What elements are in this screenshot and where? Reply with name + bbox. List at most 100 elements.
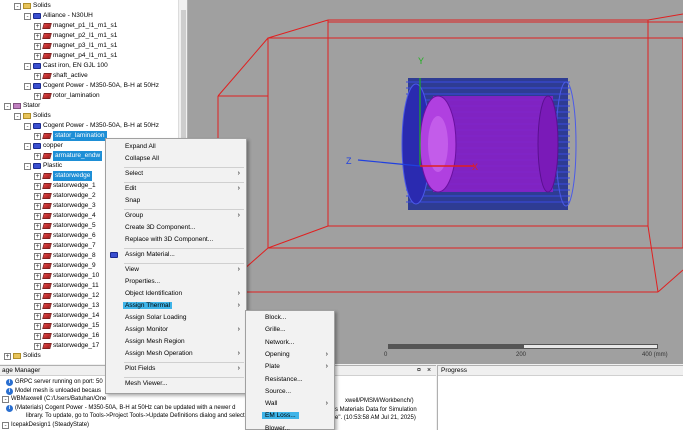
tree-item[interactable]: + shaft_active [34, 71, 88, 81]
tree-item[interactable]: + statorwedge_6 [34, 231, 96, 241]
collapse-icon[interactable]: - [24, 12, 31, 20]
tree-item[interactable]: + armature_endw [34, 151, 103, 161]
tree-item[interactable]: + statorwedge_2 [34, 191, 96, 201]
submenu-item-block[interactable]: Block... [246, 313, 334, 323]
tree-item[interactable]: - Solids [14, 111, 51, 121]
tree-item[interactable]: - Alliance - N30UH [24, 11, 93, 21]
submenu-item-resistance[interactable]: Resistance... [246, 375, 334, 385]
tree-item[interactable]: + statorwedge_15 [34, 321, 99, 331]
expand-icon[interactable]: + [34, 322, 41, 330]
tree-item[interactable]: + statorwedge_14 [34, 311, 99, 321]
tree-item[interactable]: + magnet_p3_l1_m1_s1 [34, 41, 117, 51]
menu-item-assign-material[interactable]: Assign Material... [106, 250, 246, 260]
expand-icon[interactable]: + [34, 272, 41, 280]
tree-item[interactable]: + rotor_lamination [34, 91, 100, 101]
expand-icon[interactable]: + [34, 242, 41, 250]
menu-item-properties[interactable]: Properties... [106, 277, 246, 287]
menu-item-expand-all[interactable]: Expand All [106, 142, 246, 152]
tree-item[interactable]: + statorwedge_7 [34, 241, 96, 251]
menu-item-assign-monitor[interactable]: Assign Monitor › [106, 325, 246, 335]
tree-item[interactable]: + statorwedge_8 [34, 251, 96, 261]
expand-icon[interactable]: + [34, 152, 41, 160]
submenu-item-wall[interactable]: Wall › [246, 399, 334, 409]
collapse-icon[interactable]: - [2, 422, 9, 429]
expand-icon[interactable]: + [34, 302, 41, 310]
menu-item-plot-fields[interactable]: Plot Fields › [106, 364, 246, 374]
tree-item[interactable]: + statorwedge_5 [34, 221, 96, 231]
expand-icon[interactable]: + [34, 172, 41, 180]
submenu-item-grille[interactable]: Grille... [246, 325, 334, 335]
menu-item-assign-thermal[interactable]: Assign Thermal › [106, 301, 246, 311]
collapse-icon[interactable]: - [14, 2, 21, 10]
submenu-item-plate[interactable]: Plate › [246, 362, 334, 372]
tree-item[interactable]: + statorwedge_13 [34, 301, 99, 311]
expand-icon[interactable]: + [34, 52, 41, 60]
tree-item[interactable]: + statorwedge_3 [34, 201, 96, 211]
tree-item[interactable]: + statorwedge_10 [34, 271, 99, 281]
message-row[interactable]: - IcepakDesign1 (SteadyState) [2, 421, 89, 430]
tree-item[interactable]: + stator_lamination [34, 131, 107, 141]
expand-icon[interactable]: + [34, 212, 41, 220]
menu-item-view[interactable]: View › [106, 265, 246, 275]
submenu-item-source[interactable]: Source... [246, 387, 334, 397]
expand-icon[interactable]: + [34, 282, 41, 290]
tree-item[interactable]: + statorwedge_17 [34, 341, 99, 351]
menu-item-group[interactable]: Group › [106, 211, 246, 221]
submenu-item-network[interactable]: Network... [246, 338, 334, 348]
menu-item-assign-mesh-region[interactable]: Assign Mesh Region [106, 337, 246, 347]
menu-item-snap[interactable]: Snap [106, 196, 246, 206]
expand-icon[interactable]: + [34, 292, 41, 300]
tree-item[interactable]: + statorwedge_16 [34, 331, 99, 341]
expand-icon[interactable]: + [34, 332, 41, 340]
tree-item[interactable]: + statorwedge_11 [34, 281, 99, 291]
menu-item-collapse-all[interactable]: Collapse All [106, 154, 246, 164]
tree-item[interactable]: - Solids [14, 1, 51, 11]
menu-item-mesh-viewer[interactable]: Mesh Viewer... [106, 379, 246, 389]
tree-item[interactable]: - Cast iron, EN GJL 100 [24, 61, 108, 71]
tree-item[interactable]: - copper [24, 141, 63, 151]
tree-item[interactable]: + magnet_p2_l1_m1_s1 [34, 31, 117, 41]
expand-icon[interactable]: + [34, 232, 41, 240]
collapse-icon[interactable]: - [4, 102, 11, 110]
close-icon[interactable]: × [427, 366, 431, 376]
submenu-item-opening[interactable]: Opening › [246, 350, 334, 360]
menu-item-assign-mesh-operation[interactable]: Assign Mesh Operation › [106, 349, 246, 359]
collapse-icon[interactable]: - [24, 122, 31, 130]
menu-item-edit[interactable]: Edit › [106, 184, 246, 194]
collapse-icon[interactable]: - [24, 142, 31, 150]
expand-icon[interactable]: + [34, 252, 41, 260]
menu-item-create-3d-component[interactable]: Create 3D Component... [106, 223, 246, 233]
tree-item[interactable]: + statorwedge_9 [34, 261, 96, 271]
expand-icon[interactable]: + [34, 342, 41, 350]
expand-icon[interactable]: + [34, 202, 41, 210]
expand-icon[interactable]: + [34, 312, 41, 320]
expand-icon[interactable]: + [34, 22, 41, 30]
tree-item[interactable]: + magnet_p4_l1_m1_s1 [34, 51, 117, 61]
tree-item[interactable]: + statorwedge_1 [34, 181, 96, 191]
expand-icon[interactable]: + [34, 72, 41, 80]
expand-icon[interactable]: + [34, 42, 41, 50]
collapse-icon[interactable]: - [24, 162, 31, 170]
menu-item-assign-solar-loading[interactable]: Assign Solar Loading [106, 313, 246, 323]
submenu-item-em-loss[interactable]: EM Loss... [246, 411, 334, 421]
tree-item[interactable]: - Cogent Power - M350-50A, B-H at 50Hz [24, 121, 159, 131]
tree-item[interactable]: + magnet_p1_l1_m1_s1 [34, 21, 117, 31]
submenu-item-blower[interactable]: Blower... [246, 424, 334, 430]
expand-icon[interactable]: + [34, 262, 41, 270]
pin-icon[interactable]: ¤ [417, 366, 421, 376]
tree-item[interactable]: - Plastic [24, 161, 62, 171]
tree-item[interactable]: + statorwedge_12 [34, 291, 99, 301]
menu-item-select[interactable]: Select › [106, 169, 246, 179]
collapse-icon[interactable]: - [24, 62, 31, 70]
expand-icon[interactable]: + [34, 132, 41, 140]
tree-item[interactable]: - Cogent Power - M350-50A, B-H at 50Hz [24, 81, 159, 91]
expand-icon[interactable]: + [4, 352, 11, 360]
expand-icon[interactable]: + [34, 32, 41, 40]
rotor-core[interactable] [419, 95, 559, 193]
collapse-icon[interactable]: - [2, 396, 9, 404]
tree-item[interactable]: + statorwedge [34, 171, 93, 181]
tree-item[interactable]: + Solids [4, 351, 41, 361]
menu-item-object-identification[interactable]: Object Identification › [106, 289, 246, 299]
expand-icon[interactable]: + [34, 182, 41, 190]
expand-icon[interactable]: + [34, 222, 41, 230]
